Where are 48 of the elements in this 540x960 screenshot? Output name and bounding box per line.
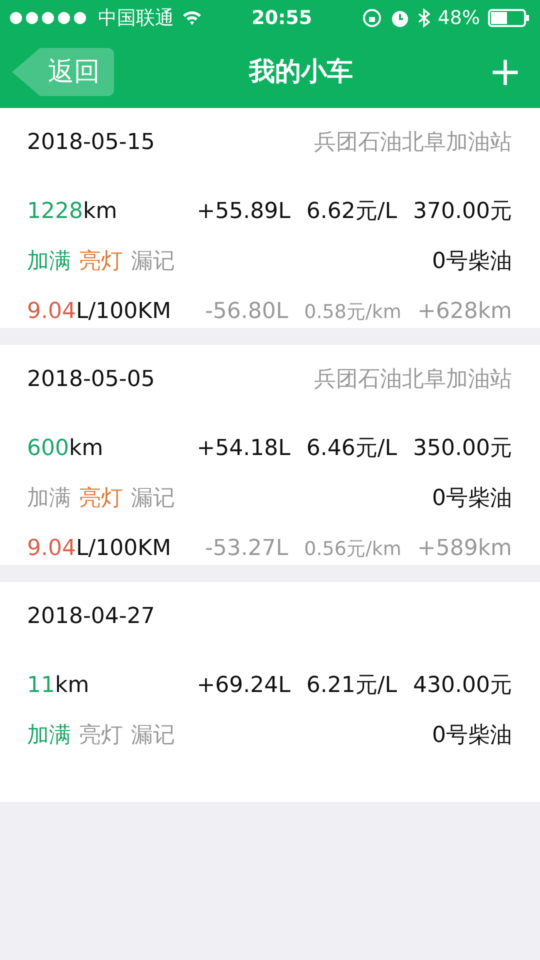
fuel-price: 6.62元/L: [306, 198, 398, 226]
flag-label: 亮灯: [79, 248, 123, 276]
fuel-used: -56.80L: [204, 298, 288, 326]
bluetooth-icon: [418, 8, 430, 28]
carrier-name: 中国联通: [98, 6, 174, 31]
fuel-type: 0号柴油: [432, 248, 512, 276]
fuel-type: 0号柴油: [432, 484, 512, 512]
flag-label: 漏记: [131, 248, 175, 276]
total-cost: 370.00元: [413, 198, 512, 226]
fuel-amount: +69.24L: [196, 672, 290, 700]
flag-label: 加满: [27, 248, 71, 276]
battery-percent: 48%: [438, 6, 480, 31]
odometer-reading: 600km: [27, 434, 104, 462]
record-card[interactable]: 2018-05-15 兵团石油北阜加油站 1228km +55.89L 6.62元/L 370.00元 加满 亮灯 漏记 0号柴油 9.04L/100KM -56.80L 0.58元/km +628km: [0, 108, 540, 328]
flag-label: 漏记: [131, 722, 175, 750]
flag-label: 加满: [27, 484, 71, 512]
consumption-rate: 9.04L/100KM: [27, 534, 172, 562]
odometer-reading: 11km: [27, 672, 90, 700]
flag-label: 漏记: [131, 484, 175, 512]
fuel-amount: +54.18L: [196, 434, 290, 462]
distance-driven: +589km: [417, 534, 512, 562]
total-cost: 430.00元: [413, 672, 512, 700]
wifi-icon: [182, 10, 202, 26]
record-date: 2018-05-05: [27, 366, 155, 394]
consumption-rate: 9.04L/100KM: [27, 298, 172, 326]
record-date: 2018-04-27: [27, 603, 155, 631]
cost-per-km: 0.58元/km: [304, 300, 402, 324]
record-date: 2018-05-15: [27, 129, 155, 157]
distance-driven: +628km: [417, 298, 512, 326]
odometer-reading: 1228km: [27, 198, 118, 226]
record-card[interactable]: 2018-05-05 兵团石油北阜加油站 600km +54.18L 6.46元/L 350.00元 加满 亮灯 漏记 0号柴油 9.04L/100KM -53.27L 0.56元/km +589km: [0, 345, 540, 565]
fuel-price: 6.46元/L: [306, 434, 398, 462]
total-cost: 350.00元: [413, 434, 512, 462]
page-title: 我的小车: [249, 56, 354, 88]
station-name: 兵团石油北阜加油站: [314, 129, 512, 157]
flag-label: 加满: [27, 722, 71, 750]
cost-per-km: 0.56元/km: [304, 536, 402, 562]
flag-label: 亮灯: [79, 484, 123, 512]
station-name: 兵团石油北阜加油站: [314, 366, 512, 394]
fuel-price: 6.21元/L: [306, 672, 398, 700]
fuel-used: -53.27L: [204, 534, 288, 562]
battery-icon: [488, 9, 530, 27]
alarm-icon: [390, 8, 410, 28]
clock-time: 20:55: [252, 6, 312, 31]
fuel-amount: +55.89L: [196, 198, 290, 226]
flag-label: 亮灯: [79, 722, 123, 750]
record-card[interactable]: 2018-04-27 11km +69.24L 6.21元/L 430.00元 加满 亮灯 漏记 0号柴油: [0, 582, 540, 802]
fuel-type: 0号柴油: [432, 722, 512, 750]
